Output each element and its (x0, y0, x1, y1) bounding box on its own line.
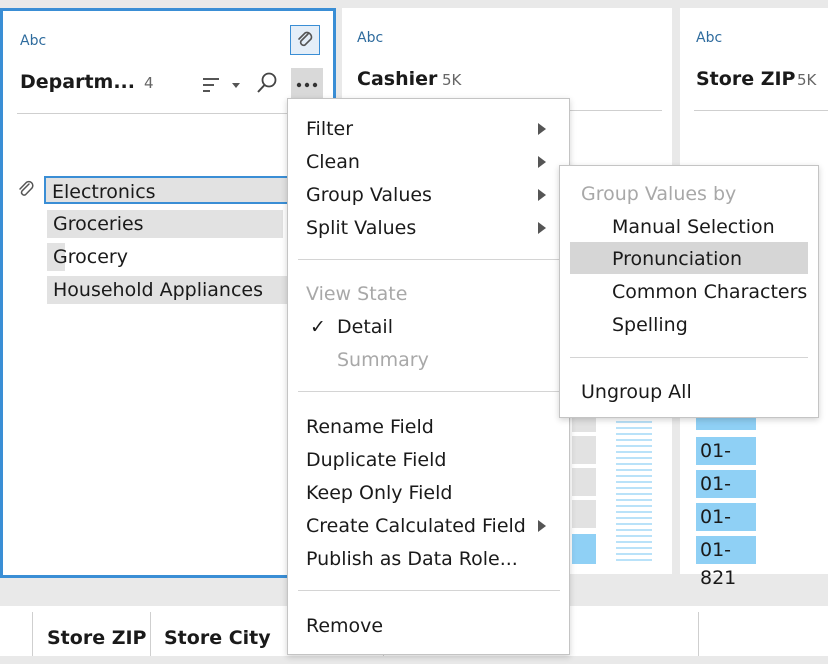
menu-item-detail[interactable]: Detail (337, 312, 393, 342)
value-label: Grocery (53, 246, 128, 268)
value-label: Electronics (52, 181, 156, 203)
field-name[interactable]: Departm... (20, 71, 135, 93)
sort-icon[interactable] (201, 75, 241, 95)
chevron-right-icon (538, 123, 546, 135)
field-name[interactable]: Cashier (357, 68, 437, 90)
field-count: 5K (797, 71, 817, 89)
menu-item-duplicate-field[interactable]: Duplicate Field (306, 445, 446, 475)
list-item[interactable]: 01-821 (696, 536, 756, 589)
menu-item-publish-data-role[interactable]: Publish as Data Role... (306, 544, 518, 574)
field-context-menu: Filter Clean Group Values Split Values V… (287, 98, 570, 655)
column-header-store-city[interactable]: Store City (164, 612, 271, 656)
value-label: Groceries (53, 213, 144, 235)
list-item[interactable]: Grocery (47, 243, 283, 271)
header-divider (694, 110, 828, 111)
list-item[interactable]: Household Appliances (47, 276, 287, 304)
group-values-by-header: Group Values by (581, 183, 737, 205)
menu-item-pronunciation[interactable]: Pronunciation (612, 243, 742, 275)
menu-item-filter[interactable]: Filter (306, 114, 353, 144)
menu-item-manual-selection[interactable]: Manual Selection (612, 211, 775, 243)
chevron-right-icon (538, 156, 546, 168)
menu-item-keep-only-field[interactable]: Keep Only Field (306, 478, 452, 508)
paperclip-icon[interactable] (290, 25, 320, 55)
menu-item-summary[interactable]: Summary (337, 345, 429, 375)
value-label: 01-821 (700, 539, 737, 589)
list-item[interactable]: Groceries (47, 210, 283, 238)
menu-divider (298, 259, 560, 260)
list-item[interactable]: 01-687 (696, 503, 756, 556)
type-label: Abc (357, 30, 384, 46)
menu-item-common-characters[interactable]: Common Characters (612, 276, 807, 308)
type-label: Abc (696, 30, 723, 46)
menu-divider (570, 357, 808, 358)
department-card[interactable]: Abc Departm... 4 Electronics Groceries G… (0, 8, 336, 578)
cashier-bars (572, 418, 662, 568)
chevron-right-icon (538, 520, 546, 532)
menu-item-rename-field[interactable]: Rename Field (306, 412, 434, 442)
paperclip-icon (15, 179, 37, 201)
column-header-store-zip[interactable]: Store ZIP (47, 612, 146, 656)
chevron-right-icon (538, 189, 546, 201)
list-item[interactable]: 01-466 (696, 470, 756, 523)
list-item[interactable]: 01-015 (696, 437, 756, 490)
type-label: Abc (20, 33, 47, 49)
group-values-submenu: Group Values by Manual Selection Pronunc… (559, 165, 819, 418)
grid-divider (32, 612, 33, 656)
check-icon: ✓ (310, 316, 326, 338)
view-state-header: View State (306, 283, 408, 305)
more-icon[interactable] (291, 68, 323, 100)
field-name[interactable]: Store ZIP (696, 68, 795, 90)
menu-item-ungroup-all[interactable]: Ungroup All (581, 376, 692, 408)
search-icon[interactable] (255, 71, 279, 95)
menu-item-split-values[interactable]: Split Values (306, 213, 416, 243)
grid-divider (150, 612, 151, 656)
field-count: 5K (442, 71, 462, 89)
menu-item-remove[interactable]: Remove (306, 611, 383, 641)
menu-item-clean[interactable]: Clean (306, 147, 360, 177)
menu-divider (298, 590, 560, 591)
zip-bar-top (696, 418, 756, 430)
menu-item-spelling[interactable]: Spelling (612, 309, 688, 341)
list-item[interactable]: Electronics (44, 176, 304, 204)
grid-divider (698, 612, 699, 656)
menu-item-group-values[interactable]: Group Values (306, 180, 432, 210)
value-label: Household Appliances (53, 279, 263, 301)
menu-item-create-calculated-field[interactable]: Create Calculated Field (306, 511, 526, 541)
chevron-right-icon (538, 222, 546, 234)
menu-divider (298, 391, 560, 392)
field-count: 4 (144, 74, 154, 92)
